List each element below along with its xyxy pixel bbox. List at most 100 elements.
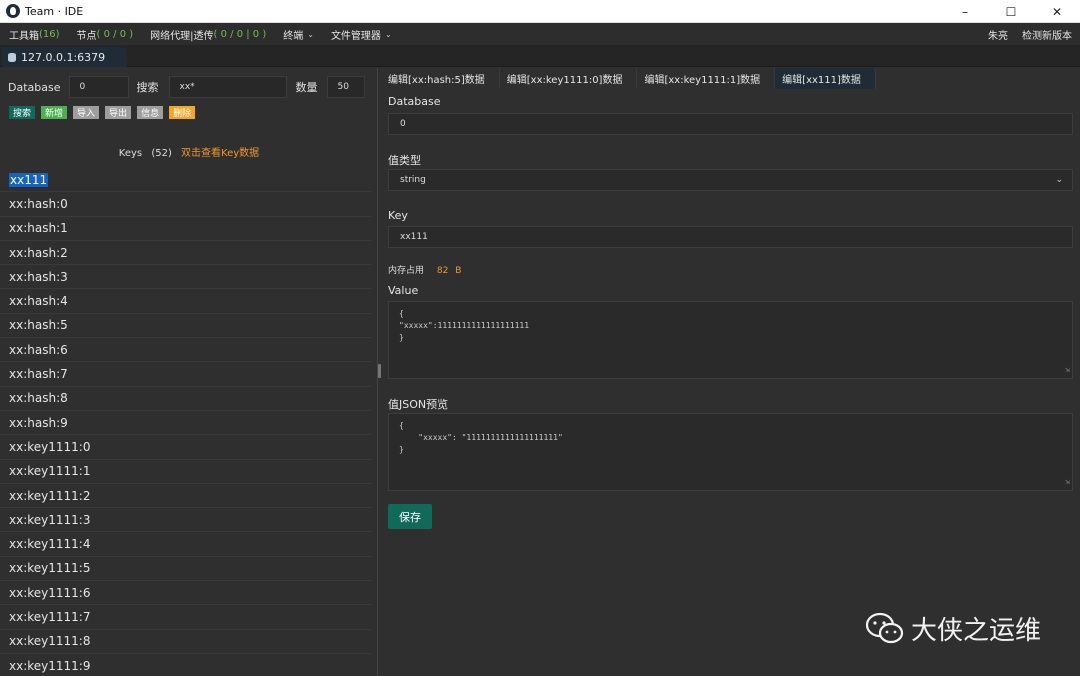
info-button[interactable]: 信息 xyxy=(137,106,164,119)
key-name: xx:hash:1 xyxy=(9,221,68,236)
key-name: xx:hash:9 xyxy=(9,415,68,430)
key-name: xx:key1111:9 xyxy=(9,658,91,673)
value-type-select[interactable]: string ⌄ xyxy=(388,169,1073,191)
key-name: xx:key1111:0 xyxy=(9,439,91,454)
keys-count: (52) xyxy=(151,148,172,159)
key-list-item[interactable]: xx:hash:3 xyxy=(0,265,372,290)
value-text: { "xxxxx":1111111111111111111 } xyxy=(399,309,530,342)
keys-header: Keys (52) 双击查看Key数据 xyxy=(0,144,377,159)
menu-toolbox[interactable]: 工具箱 (16) xyxy=(9,27,60,42)
editor-tab[interactable]: 编辑[xx111]数据 xyxy=(775,68,876,89)
key-list-item[interactable]: xx:key1111:2 xyxy=(0,484,372,509)
key-list-item[interactable]: xx:key1111:4 xyxy=(0,532,372,557)
key-name: xx:hash:6 xyxy=(9,342,68,357)
menu-terminal[interactable]: 终端 ⌄ xyxy=(283,27,314,42)
key-list-item[interactable]: xx:hash:8 xyxy=(0,387,372,411)
key-input[interactable]: xx111 xyxy=(388,226,1073,248)
key-name: xx:key1111:7 xyxy=(9,609,91,624)
key-name: xx:key1111:8 xyxy=(9,634,91,649)
count-label: 数量 xyxy=(295,81,318,94)
key-list-item[interactable]: xx:key1111:3 xyxy=(0,508,372,533)
key-list: xx111 xx:hash:0 xx:hash:1 xx:hash:2 xx:hash:… xyxy=(0,168,372,676)
export-button[interactable]: 导出 xyxy=(105,106,132,119)
key-list-item[interactable]: xx:hash:0 xyxy=(0,192,372,217)
editor-tab[interactable]: 编辑[xx:hash:5]数据 xyxy=(381,68,500,89)
key-list-item[interactable]: xx:hash:7 xyxy=(0,362,372,387)
menu-node-count: ( 0 / 0 ) xyxy=(96,28,134,40)
menu-file-manager[interactable]: 文件管理器 ⌄ xyxy=(331,27,392,42)
key-label: Key xyxy=(388,209,408,222)
filter-row: Database 0 搜索 xx* 数量 50 xyxy=(8,76,365,98)
editor-database-input[interactable]: 0 xyxy=(388,113,1073,135)
check-update-link[interactable]: 检测新版本 xyxy=(1022,27,1072,42)
user-name[interactable]: 朱亮 xyxy=(988,27,1008,42)
resize-grip-icon[interactable]: ⇲ xyxy=(1065,364,1070,376)
menu-proxy-count: ( 0 / 0 | 0 ) xyxy=(213,28,267,40)
menu-terminal-label: 终端 xyxy=(283,30,304,42)
key-list-item[interactable]: xx111 xyxy=(0,168,372,193)
maximize-button[interactable]: ☐ xyxy=(988,0,1034,23)
delete-button[interactable]: 删除 xyxy=(169,106,196,119)
key-name: xx:hash:4 xyxy=(9,294,68,309)
keys-hint: 双击查看Key数据 xyxy=(181,148,260,159)
editor-tabs: 编辑[xx:hash:5]数据 编辑[xx:key1111:0]数据 编辑[xx:k… xyxy=(381,68,876,89)
key-list-item[interactable]: xx:key1111:1 xyxy=(0,460,372,484)
key-name: xx:key1111:6 xyxy=(9,585,91,600)
search-input[interactable]: xx* xyxy=(168,76,287,98)
key-name: xx:key1111:5 xyxy=(9,561,91,576)
value-textarea[interactable]: { "xxxxx":1111111111111111111 } ⇲ xyxy=(388,301,1073,379)
count-input[interactable]: 50 xyxy=(326,76,365,98)
key-name: xx:key1111:1 xyxy=(9,464,91,479)
editor-panel: 编辑[xx:hash:5]数据 编辑[xx:key1111:0]数据 编辑[xx:k… xyxy=(381,68,1080,676)
value-label: Value xyxy=(388,284,419,297)
resize-grip-icon[interactable]: ⇲ xyxy=(1065,476,1070,488)
key-name: xx111 xyxy=(9,172,49,187)
search-button[interactable]: 搜索 xyxy=(9,106,36,119)
key-list-item[interactable]: xx:key1111:5 xyxy=(0,557,372,582)
minimize-button[interactable]: – xyxy=(942,0,988,23)
key-name: xx:hash:8 xyxy=(9,391,68,406)
menu-file-manager-label: 文件管理器 xyxy=(330,30,381,42)
key-list-item[interactable]: xx:key1111:7 xyxy=(0,605,372,630)
window-controls: – ☐ ✕ xyxy=(942,0,1080,23)
menu-node-label: 节点 xyxy=(76,30,97,42)
app-logo-icon xyxy=(6,4,20,18)
menu-node[interactable]: 节点 ( 0 / 0 ) xyxy=(77,27,134,42)
editor-tab[interactable]: 编辑[xx:key1111:1]数据 xyxy=(637,68,776,89)
json-preview-textarea[interactable]: { "xxxxx": "1111111111111111111" } ⇲ xyxy=(388,413,1073,491)
connection-tab-strip: 127.0.0.1:6379 xyxy=(0,45,1080,67)
json-preview-text: { "xxxxx": "1111111111111111111" } xyxy=(399,421,563,454)
key-name: xx:key1111:2 xyxy=(9,488,91,503)
key-name: xx:key1111:3 xyxy=(9,512,91,527)
editor-tab[interactable]: 编辑[xx:key1111:0]数据 xyxy=(499,68,638,89)
database-icon xyxy=(8,52,16,62)
key-list-item[interactable]: xx:key1111:6 xyxy=(0,581,372,606)
key-list-item[interactable]: xx:hash:4 xyxy=(0,289,372,314)
key-list-item[interactable]: xx:key1111:9 xyxy=(0,654,372,676)
key-list-item[interactable]: xx:hash:5 xyxy=(0,314,372,339)
json-preview-label: 值JSON预览 xyxy=(388,398,449,411)
menu-bar: 工具箱 (16) 节点 ( 0 / 0 ) 网络代理|透传 ( 0 / 0 | … xyxy=(0,23,1080,45)
watermark-text: 大侠之运维 xyxy=(911,616,1042,646)
key-name: xx:hash:3 xyxy=(9,269,68,284)
menu-toolbox-count: (16) xyxy=(39,28,60,40)
connection-tab[interactable]: 127.0.0.1:6379 xyxy=(2,47,128,67)
editor-database-label: Database xyxy=(388,95,441,108)
save-button[interactable]: 保存 xyxy=(388,504,432,529)
key-name: xx:hash:5 xyxy=(9,318,68,333)
key-name: xx:hash:7 xyxy=(9,367,68,382)
add-button[interactable]: 新增 xyxy=(41,106,68,119)
key-list-item[interactable]: xx:hash:1 xyxy=(0,217,372,241)
close-button[interactable]: ✕ xyxy=(1034,0,1080,23)
key-name: xx:hash:2 xyxy=(9,245,68,260)
key-list-item[interactable]: xx:hash:9 xyxy=(0,411,372,436)
key-list-item[interactable]: xx:key1111:8 xyxy=(0,630,372,654)
database-input[interactable]: 0 xyxy=(68,76,129,98)
menu-proxy[interactable]: 网络代理|透传 ( 0 / 0 | 0 ) xyxy=(150,27,266,42)
memory-usage: 内存占用 82 B xyxy=(388,263,461,276)
search-label: 搜索 xyxy=(136,81,159,94)
key-list-item[interactable]: xx:hash:6 xyxy=(0,338,372,363)
key-list-item[interactable]: xx:hash:2 xyxy=(0,241,372,266)
import-button[interactable]: 导入 xyxy=(73,106,100,119)
key-list-item[interactable]: xx:key1111:0 xyxy=(0,435,372,460)
